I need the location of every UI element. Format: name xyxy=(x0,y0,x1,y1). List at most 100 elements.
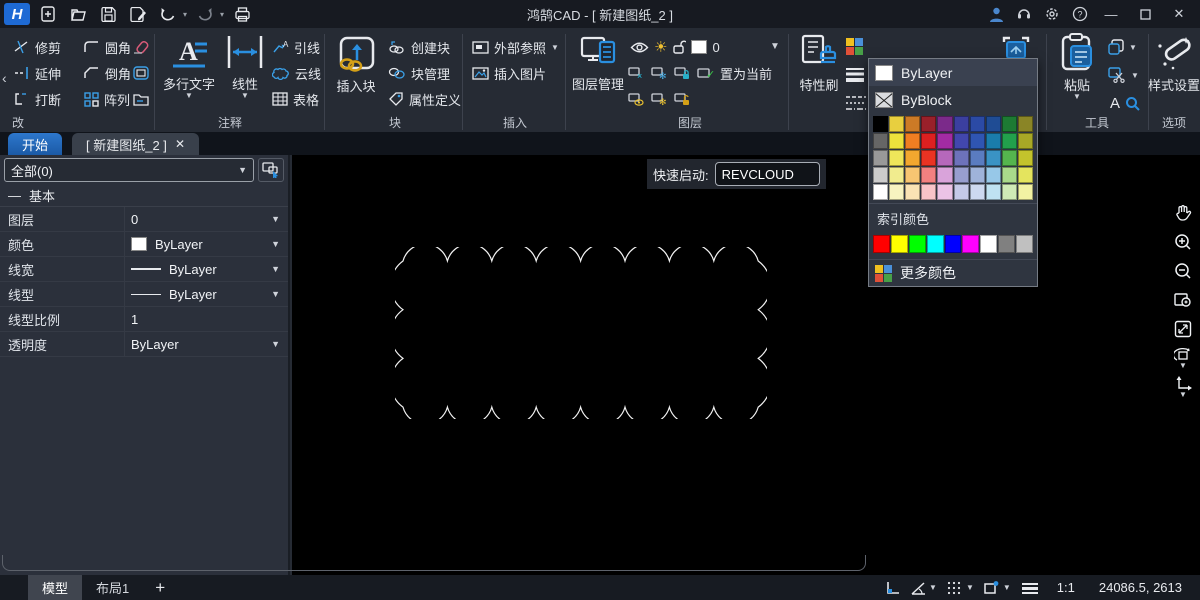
lineweight-toggle[interactable] xyxy=(1021,582,1039,594)
dropdown-item-bylayer[interactable]: ByLayer xyxy=(869,59,1037,86)
color-swatch[interactable] xyxy=(905,150,920,166)
color-swatch[interactable] xyxy=(937,150,952,166)
xref-dropdown-caret[interactable]: ▼ xyxy=(551,45,559,50)
color-swatch[interactable] xyxy=(945,235,962,253)
tab-close-icon[interactable]: ✕ xyxy=(175,137,185,151)
zoom-window-button[interactable] xyxy=(1170,286,1196,313)
color-swatch[interactable] xyxy=(909,235,926,253)
selection-filter-combo[interactable]: 全部(0) ▼ xyxy=(4,158,254,182)
tab-layout1[interactable]: 布局1 xyxy=(82,575,143,600)
color-swatch[interactable] xyxy=(873,167,888,183)
cut-button[interactable]: ▼ xyxy=(1108,64,1139,86)
maximize-button[interactable] xyxy=(1130,2,1160,26)
color-swatch[interactable] xyxy=(891,235,908,253)
tab-document[interactable]: [ 新建图纸_2 ] ✕ xyxy=(72,133,199,155)
color-swatch[interactable] xyxy=(927,235,944,253)
leader-button[interactable]: A 引线 xyxy=(272,36,320,58)
rectangle-button[interactable] xyxy=(133,62,149,84)
color-swatch[interactable] xyxy=(889,116,904,132)
prop-row-layer[interactable]: 图层 0 ▼ xyxy=(0,207,288,232)
drawing-canvas[interactable]: 快速启动: xyxy=(292,155,1200,575)
polar-tracking-toggle[interactable]: ▼ xyxy=(911,581,937,595)
color-swatch[interactable] xyxy=(921,184,936,200)
lineweight-icon[interactable] xyxy=(845,66,865,82)
color-swatch[interactable] xyxy=(954,116,969,132)
settings-gear-icon[interactable] xyxy=(1040,3,1064,25)
table-button[interactable]: 表格 xyxy=(272,88,319,110)
zoom-in-button[interactable] xyxy=(1170,228,1196,255)
linear-dim-button[interactable]: 线性 ▼ xyxy=(222,34,268,98)
select-objects-button[interactable] xyxy=(258,158,284,182)
color-swatch[interactable] xyxy=(962,235,979,253)
layer-off-icon[interactable]: × xyxy=(628,66,646,80)
color-swatch[interactable] xyxy=(1018,167,1033,183)
color-swatch[interactable] xyxy=(1018,133,1033,149)
paste-button[interactable]: 粘贴 ▼ xyxy=(1052,32,1102,99)
color-swatch[interactable] xyxy=(954,184,969,200)
trim-button[interactable]: 修剪 xyxy=(14,36,61,58)
color-swatch[interactable] xyxy=(889,150,904,166)
color-swatch[interactable] xyxy=(921,133,936,149)
linear-dropdown-caret[interactable]: ▼ xyxy=(241,93,249,98)
prop-row-lineweight[interactable]: 线宽 ByLayer ▼ xyxy=(0,257,288,282)
more-colors-button[interactable]: 更多颜色 xyxy=(869,259,1037,286)
create-block-button[interactable]: 创建块 xyxy=(388,36,450,58)
color-swatch[interactable] xyxy=(954,133,969,149)
set-current-icon[interactable]: ✓ xyxy=(697,66,715,80)
cut-dropdown-caret[interactable]: ▼ xyxy=(1131,73,1139,78)
color-swatch[interactable] xyxy=(986,133,1001,149)
new-file-button[interactable] xyxy=(36,3,60,25)
color-swatch[interactable] xyxy=(905,184,920,200)
redo-button[interactable] xyxy=(193,3,217,25)
eye-icon[interactable] xyxy=(630,41,649,54)
object-snap-toggle[interactable]: ▼ xyxy=(984,580,1011,595)
color-swatch[interactable] xyxy=(986,116,1001,132)
tab-model[interactable]: 模型 xyxy=(28,575,82,600)
zoom-out-button[interactable] xyxy=(1170,257,1196,284)
extend-button[interactable]: 延伸 xyxy=(14,62,61,84)
erase-button[interactable] xyxy=(133,36,150,58)
color-swatch[interactable] xyxy=(937,184,952,200)
ortho-toggle[interactable] xyxy=(885,580,901,596)
account-icon[interactable] xyxy=(984,3,1008,25)
color-swatch[interactable] xyxy=(889,184,904,200)
find-replace-button[interactable]: A xyxy=(1110,92,1140,114)
row-caret-icon[interactable]: ▼ xyxy=(271,239,280,249)
ucs-axes-button[interactable]: ▼ xyxy=(1170,373,1196,400)
color-swatch[interactable] xyxy=(970,150,985,166)
color-swatch[interactable] xyxy=(873,116,888,132)
color-swatch[interactable] xyxy=(970,133,985,149)
color-swatch[interactable] xyxy=(970,184,985,200)
layer-thaw-icon[interactable]: ✻ xyxy=(651,92,669,106)
color-swatch[interactable] xyxy=(954,150,969,166)
linetype-icon[interactable] xyxy=(845,94,867,112)
color-swatch[interactable] xyxy=(905,116,920,132)
attdef-button[interactable]: 属性定义 xyxy=(388,88,461,110)
unlock-icon[interactable] xyxy=(672,40,686,54)
color-swatch[interactable] xyxy=(921,116,936,132)
support-headset-icon[interactable] xyxy=(1012,3,1036,25)
color-swatch[interactable] xyxy=(1018,150,1033,166)
color-swatch[interactable] xyxy=(1002,133,1017,149)
color-swatch[interactable] xyxy=(905,167,920,183)
color-swatch[interactable] xyxy=(986,150,1001,166)
mtext-dropdown-caret[interactable]: ▼ xyxy=(185,93,193,98)
new-layout-button[interactable]: + xyxy=(143,578,177,598)
save-as-button[interactable] xyxy=(126,3,150,25)
layer-eye-icon[interactable] xyxy=(628,92,646,106)
color-swatch[interactable] xyxy=(889,133,904,149)
color-swatch[interactable] xyxy=(921,167,936,183)
grid-snap-toggle[interactable]: ▼ xyxy=(947,580,974,595)
color-swatch[interactable] xyxy=(986,184,1001,200)
color-swatch[interactable] xyxy=(1002,167,1017,183)
color-swatch[interactable] xyxy=(873,184,888,200)
color-swatch[interactable] xyxy=(873,133,888,149)
chamfer-button[interactable]: 倒角 xyxy=(84,62,131,84)
prop-row-color[interactable]: 颜色 ByLayer ▼ xyxy=(0,232,288,257)
copy-button[interactable]: ▼ xyxy=(1108,36,1137,58)
color-swatch[interactable] xyxy=(1002,150,1017,166)
color-swatch[interactable] xyxy=(937,133,952,149)
layer-combo-caret[interactable]: ▼ xyxy=(770,44,780,49)
prop-row-linetype[interactable]: 线型 ByLayer ▼ xyxy=(0,282,288,307)
ribbon-collapse-icon[interactable]: ‹ xyxy=(2,70,7,86)
